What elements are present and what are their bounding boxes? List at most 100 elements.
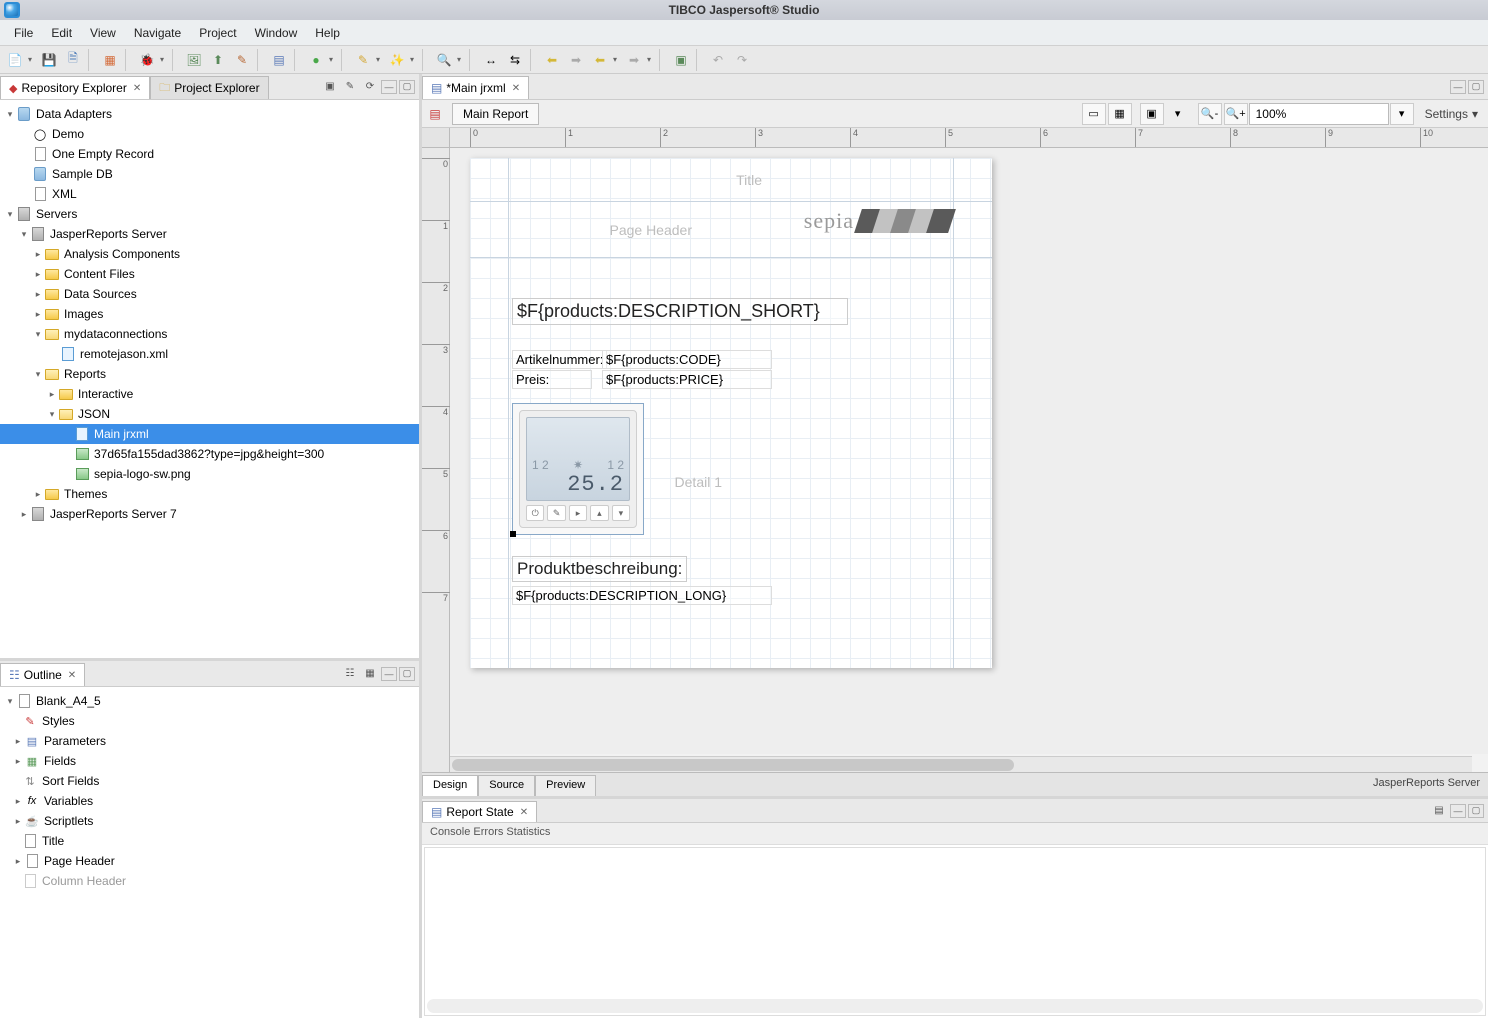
report-button[interactable]: 🖼 <box>183 49 205 71</box>
tab-source[interactable]: Source <box>478 775 535 796</box>
undo-hist-button[interactable]: ↶ <box>707 49 729 71</box>
layout-h-button[interactable]: ▭ <box>1082 103 1106 125</box>
field-price[interactable]: $F{products:PRICE} <box>602 370 772 389</box>
zoom-dropdown[interactable]: ▾ <box>1390 103 1414 125</box>
run-button[interactable]: ● <box>305 49 327 71</box>
tree-data-adapters[interactable]: ▾Data Adapters <box>0 104 419 124</box>
maximize-icon[interactable]: ▢ <box>1468 804 1484 818</box>
build-button[interactable]: ▦ <box>99 49 121 71</box>
tree-remotejson[interactable]: remotejason.xml <box>0 344 419 364</box>
dataset-button[interactable]: ▤ <box>268 49 290 71</box>
tree-interactive[interactable]: ▸Interactive <box>0 384 419 404</box>
label-produktbeschreibung[interactable]: Produktbeschreibung: <box>512 556 687 582</box>
report-state-console[interactable] <box>424 847 1486 1016</box>
text-button[interactable]: ⇆ <box>504 49 526 71</box>
menu-edit[interactable]: Edit <box>43 22 80 44</box>
repository-tree[interactable]: ▾Data Adapters ◯Demo One Empty Record Sa… <box>0 100 419 658</box>
h-scrollbar[interactable] <box>450 756 1472 772</box>
report-state-subtabs[interactable]: Console Errors Statistics <box>422 823 1488 845</box>
repo-add-button[interactable]: ▣ <box>321 78 339 96</box>
zoom-out-button[interactable]: 🔍- <box>1198 103 1222 125</box>
outline-parameters[interactable]: ▸▤Parameters <box>0 731 419 751</box>
tree-main-jrxml[interactable]: Main jrxml <box>0 424 419 444</box>
clear-button[interactable]: ▤ <box>1430 802 1448 820</box>
field-desc-long[interactable]: $F{products:DESCRIPTION_LONG} <box>512 586 772 605</box>
tree-servers[interactable]: ▾Servers <box>0 204 419 224</box>
outline-fields[interactable]: ▸▦Fields <box>0 751 419 771</box>
outline-title[interactable]: Title <box>0 831 419 851</box>
status-link[interactable]: JasperReports Server <box>1365 773 1488 796</box>
outline-page-header[interactable]: ▸Page Header <box>0 851 419 871</box>
dropdown-icon[interactable]: ▾ <box>1166 103 1190 125</box>
close-icon[interactable]: ✕ <box>512 83 520 94</box>
outline-sort-fields[interactable]: ⇅Sort Fields <box>0 771 419 791</box>
tree-jr-server[interactable]: ▾JasperReports Server <box>0 224 419 244</box>
snap-button[interactable]: ▣ <box>1140 103 1164 125</box>
minimize-icon[interactable]: — <box>381 667 397 681</box>
dataset-button[interactable]: ▦ <box>1108 103 1132 125</box>
tree-reports[interactable]: ▾Reports <box>0 364 419 384</box>
zoom-input[interactable]: 100% <box>1249 103 1389 125</box>
main-report-button[interactable]: Main Report <box>452 103 539 125</box>
tree-xml[interactable]: XML <box>0 184 419 204</box>
tree-mydata[interactable]: ▾mydataconnections <box>0 324 419 344</box>
new-button[interactable]: 📄 <box>4 49 26 71</box>
tree-data-sources[interactable]: ▸Data Sources <box>0 284 419 304</box>
tree-thumb-img[interactable]: 37d65fa155dad3862?type=jpg&height=300 <box>0 444 419 464</box>
outline-column-header[interactable]: Column Header <box>0 871 419 891</box>
image-element[interactable]: 1 2✷1 2 25.2 ⏻✎▸▴▾ <box>512 403 644 535</box>
export-button[interactable]: ⬆ <box>207 49 229 71</box>
band-title[interactable]: Title <box>470 158 992 202</box>
search-button[interactable]: 🔍 <box>433 49 455 71</box>
label-artikelnummer[interactable]: Artikelnummer: <box>512 350 607 369</box>
tree-analysis[interactable]: ▸Analysis Components <box>0 244 419 264</box>
menu-project[interactable]: Project <box>191 22 244 44</box>
tree-demo[interactable]: ◯Demo <box>0 124 419 144</box>
cursor-button[interactable]: ↔ <box>480 49 502 71</box>
field-desc-short[interactable]: $F{products:DESCRIPTION_SHORT} <box>512 298 848 325</box>
band-page-header[interactable]: Page Header sepia <box>470 202 992 258</box>
menu-file[interactable]: File <box>6 22 41 44</box>
debug-button[interactable]: 🐞 <box>136 49 158 71</box>
nav-next-button[interactable]: ➡ <box>623 49 645 71</box>
menu-help[interactable]: Help <box>307 22 348 44</box>
maximize-icon[interactable]: ▢ <box>1468 80 1484 94</box>
outline-variables[interactable]: ▸fxVariables <box>0 791 419 811</box>
tab-repository-explorer[interactable]: ◆ Repository Explorer ✕ <box>0 76 150 99</box>
menu-view[interactable]: View <box>82 22 124 44</box>
maximize-icon[interactable]: ▢ <box>399 667 415 681</box>
selection-handle[interactable] <box>510 531 516 537</box>
design-canvas[interactable]: 0 1 2 3 4 5 6 7 8 9 10 11 12 13 0 1 2 3 … <box>422 128 1488 772</box>
menu-navigate[interactable]: Navigate <box>126 22 189 44</box>
tree-logo-img[interactable]: sepia-logo-sw.png <box>0 464 419 484</box>
redo-hist-button[interactable]: ↷ <box>731 49 753 71</box>
h-scrollbar[interactable] <box>427 999 1483 1013</box>
compile-button[interactable]: ▣ <box>670 49 692 71</box>
nav-fwd-button[interactable]: ➡ <box>565 49 587 71</box>
tree-one-empty[interactable]: One Empty Record <box>0 144 419 164</box>
minimize-icon[interactable]: — <box>1450 80 1466 94</box>
tree-themes[interactable]: ▸Themes <box>0 484 419 504</box>
outline-root[interactable]: ▾Blank_A4_5 <box>0 691 419 711</box>
tab-outline[interactable]: ☷ Outline ✕ <box>0 663 85 686</box>
tree-json[interactable]: ▾JSON <box>0 404 419 424</box>
tree-images[interactable]: ▸Images <box>0 304 419 324</box>
field-code[interactable]: $F{products:CODE} <box>602 350 772 369</box>
tab-main-jrxml[interactable]: ▤ *Main jrxml ✕ <box>422 76 529 99</box>
save-button[interactable]: 💾 <box>38 49 60 71</box>
minimize-icon[interactable]: — <box>1450 804 1466 818</box>
brush-button[interactable]: ✎ <box>352 49 374 71</box>
outline-thumb-button[interactable]: ▦ <box>361 665 379 683</box>
outline-tree-button[interactable]: ☷ <box>341 665 359 683</box>
tree-sample-db[interactable]: Sample DB <box>0 164 419 184</box>
zoom-in-button[interactable]: 🔍+ <box>1224 103 1248 125</box>
design-scroll[interactable]: Title Page Header sepia <box>450 148 1488 754</box>
nav-last-button[interactable]: ⬅ <box>589 49 611 71</box>
logo-image[interactable]: sepia <box>804 208 952 234</box>
edit-button[interactable]: ✎ <box>231 49 253 71</box>
tab-preview[interactable]: Preview <box>535 775 596 796</box>
outline-scriptlets[interactable]: ▸☕Scriptlets <box>0 811 419 831</box>
nav-back-button[interactable]: ⬅ <box>541 49 563 71</box>
outline-styles[interactable]: ✎Styles <box>0 711 419 731</box>
close-icon[interactable]: ✕ <box>133 83 141 94</box>
